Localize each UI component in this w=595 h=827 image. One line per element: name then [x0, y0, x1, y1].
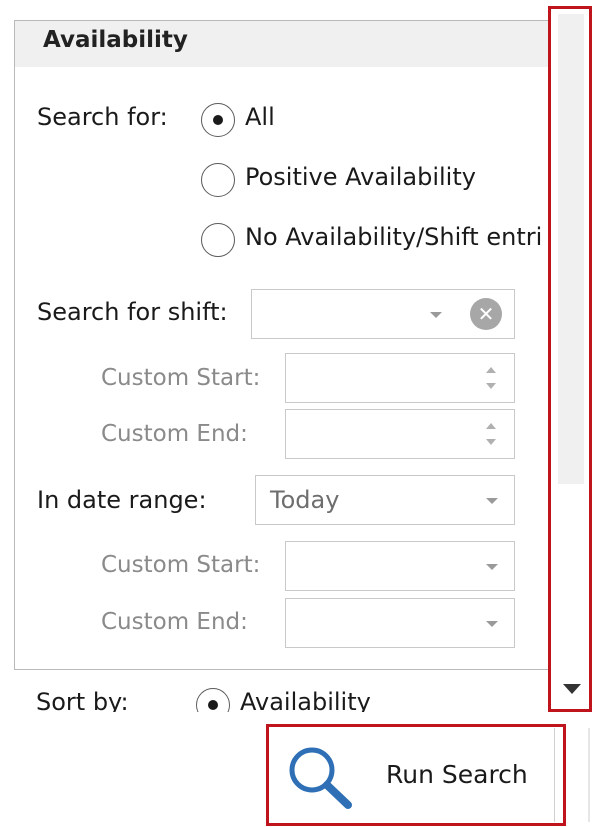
spin-down-icon[interactable]	[486, 439, 496, 445]
availability-panel: Availability Search for: All Positive Av…	[14, 20, 549, 670]
date-custom-end-label: Custom End:	[101, 609, 248, 635]
run-search-highlight	[266, 724, 566, 826]
shift-custom-end-label: Custom End:	[101, 421, 248, 447]
divider	[588, 728, 590, 822]
panel-title: Availability	[43, 27, 188, 53]
clear-circle-x-icon[interactable]: ✕	[470, 298, 502, 330]
sort-row: Sort by: Availability	[0, 670, 548, 712]
date-range-value: Today	[270, 486, 340, 514]
sort-by-label: Sort by:	[36, 688, 129, 712]
radio-positive-availability[interactable]: Positive Availability	[201, 161, 541, 201]
radio-all-button[interactable]	[201, 103, 235, 137]
radio-positive-availability-label: Positive Availability	[245, 163, 476, 191]
date-custom-start-label: Custom Start:	[101, 552, 261, 578]
radio-no-availability-button[interactable]	[201, 223, 235, 257]
scrollbar-track[interactable]	[558, 14, 584, 484]
date-range-select[interactable]: Today	[255, 475, 515, 525]
chevron-down-icon[interactable]	[430, 312, 442, 318]
radio-no-availability[interactable]: No Availability/Shift entri	[201, 221, 548, 261]
radio-all-label: All	[245, 103, 275, 131]
date-custom-start-select[interactable]	[285, 541, 515, 591]
shift-select[interactable]: ✕	[251, 289, 515, 339]
radio-positive-availability-button[interactable]	[201, 163, 235, 197]
spin-down-icon[interactable]	[486, 383, 496, 389]
search-for-label: Search for:	[37, 103, 168, 131]
spin-up-icon[interactable]	[486, 367, 496, 373]
shift-custom-start-input[interactable]	[285, 353, 515, 403]
date-range-label: In date range:	[37, 486, 207, 514]
spin-up-icon[interactable]	[486, 423, 496, 429]
date-custom-end-select[interactable]	[285, 598, 515, 648]
scroll-down-arrow-icon[interactable]	[563, 684, 581, 694]
chevron-down-icon[interactable]	[486, 498, 498, 504]
radio-all[interactable]: All	[201, 101, 501, 141]
shift-custom-end-input[interactable]	[285, 409, 515, 459]
radio-sort-availability[interactable]: Availability	[196, 686, 456, 712]
radio-sort-availability-button[interactable]	[196, 688, 230, 712]
radio-sort-availability-label: Availability	[240, 688, 371, 712]
radio-no-availability-label: No Availability/Shift entri	[245, 223, 543, 251]
shift-custom-start-label: Custom Start:	[101, 365, 261, 391]
search-for-shift-label: Search for shift:	[37, 298, 228, 326]
chevron-down-icon[interactable]	[486, 621, 498, 627]
chevron-down-icon[interactable]	[486, 564, 498, 570]
